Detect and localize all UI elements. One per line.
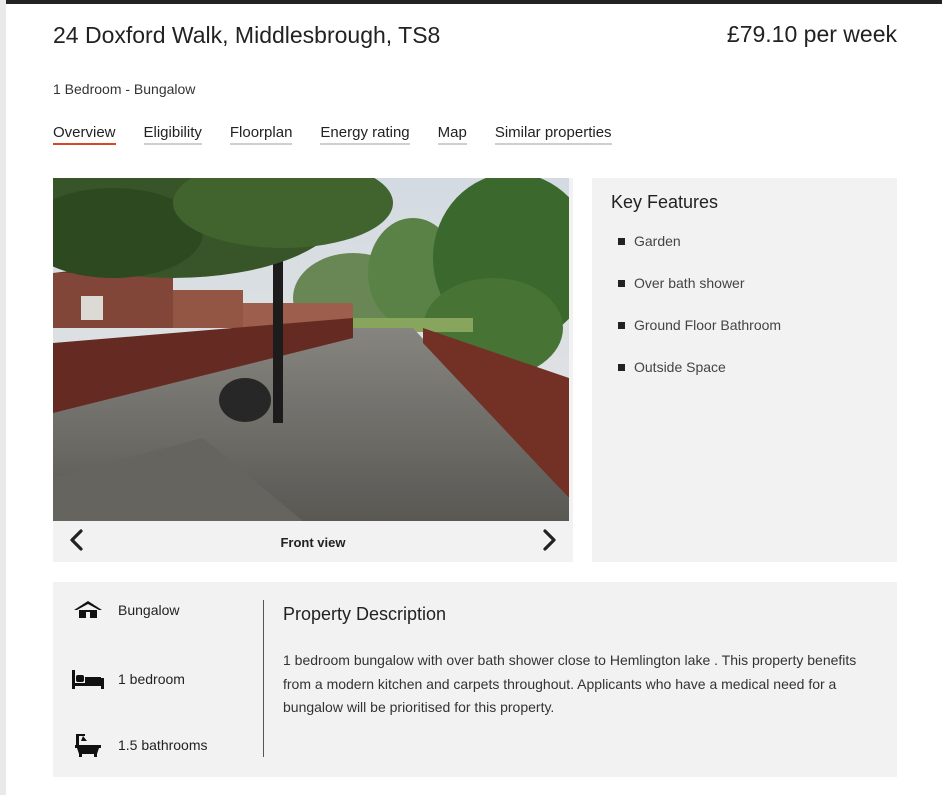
- property-subtitle: 1 Bedroom - Bungalow: [53, 81, 196, 97]
- house-icon: [71, 600, 105, 620]
- description-title: Property Description: [283, 604, 447, 624]
- key-feature-item: Outside Space: [618, 359, 781, 401]
- spec-bedrooms-label: 1 bedroom: [118, 671, 185, 687]
- property-title: 24 Doxford Walk, Middlesbrough, TS8: [53, 22, 441, 48]
- section-divider: [263, 600, 264, 757]
- key-feature-label: Ground Floor Bathroom: [634, 317, 782, 333]
- chevron-right-icon[interactable]: [537, 528, 561, 552]
- square-bullet-icon: [618, 364, 625, 371]
- tab-floorplan[interactable]: Floorplan: [229, 124, 293, 145]
- property-price: £79.10 per week: [726, 21, 897, 47]
- tab-similar-properties[interactable]: Similar properties: [494, 124, 612, 145]
- square-bullet-icon: [618, 322, 625, 329]
- tab-overview[interactable]: Overview: [53, 124, 116, 145]
- square-bullet-icon: [618, 280, 625, 287]
- square-bullet-icon: [618, 238, 625, 245]
- bed-icon: [71, 668, 105, 690]
- key-feature-item: Over bath shower: [618, 275, 781, 317]
- tab-energy-rating[interactable]: Energy rating: [320, 124, 410, 145]
- key-feature-item: Garden: [618, 233, 781, 275]
- spec-bedrooms: 1 bedroom: [71, 668, 185, 690]
- photo-caption: Front view: [280, 535, 346, 550]
- key-features-list: Garden Over bath shower Ground Floor Bat…: [618, 233, 781, 401]
- tab-map[interactable]: Map: [437, 124, 467, 145]
- tab-eligibility[interactable]: Eligibility: [143, 124, 202, 145]
- bath-icon: [71, 732, 105, 758]
- property-photo: [53, 178, 569, 521]
- key-feature-item: Ground Floor Bathroom: [618, 317, 781, 359]
- property-tabs: Overview Eligibility Floorplan Energy ra…: [53, 124, 640, 145]
- key-feature-label: Outside Space: [634, 359, 726, 375]
- key-feature-label: Over bath shower: [634, 275, 745, 291]
- key-feature-label: Garden: [634, 233, 681, 249]
- key-features-title: Key Features: [611, 192, 719, 212]
- spec-property-type-label: Bungalow: [118, 602, 180, 618]
- top-bar: [0, 0, 942, 4]
- key-features-panel: Key Features Garden Over bath shower Gro…: [592, 178, 897, 562]
- property-details: Bungalow 1 bedroom 1.5 bathrooms Propert…: [53, 582, 897, 777]
- photo-gallery: Front view: [53, 178, 573, 562]
- description-text: 1 bedroom bungalow with over bath shower…: [283, 652, 857, 715]
- spec-bathrooms: 1.5 bathrooms: [71, 732, 208, 758]
- left-edge: [0, 0, 6, 795]
- spec-property-type: Bungalow: [71, 600, 180, 620]
- spec-bathrooms-label: 1.5 bathrooms: [118, 737, 208, 753]
